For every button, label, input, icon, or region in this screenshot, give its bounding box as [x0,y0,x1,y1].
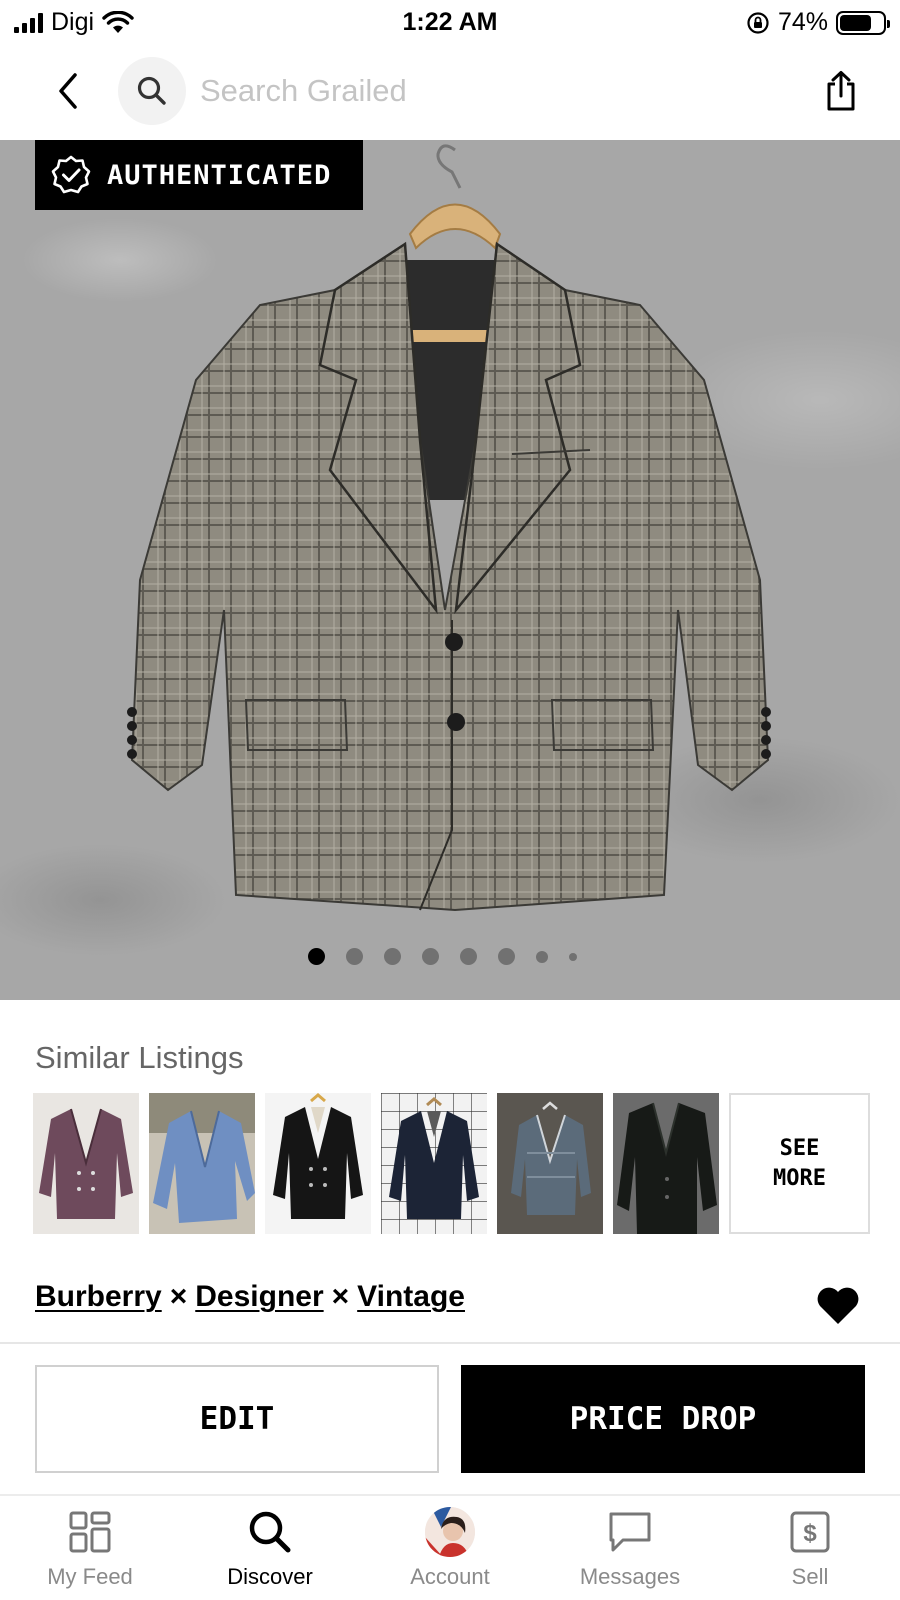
designer-separator: × [331,1280,350,1313]
tab-discover[interactable]: Discover [180,1504,360,1590]
similar-listings-title: Similar Listings [35,1040,244,1075]
battery-icon [836,10,890,35]
similar-listing-thumb[interactable] [33,1093,139,1234]
similar-listing-thumb[interactable] [381,1093,487,1234]
similar-listing-thumb[interactable] [613,1093,719,1234]
edit-button[interactable]: EDIT [35,1365,439,1473]
search-icon [249,1511,291,1553]
product-photo-jacket [127,144,771,912]
similar-listing-thumb[interactable] [265,1093,371,1234]
feed-grid-icon [69,1511,111,1553]
nav-bar [0,52,900,136]
similar-listing-thumb[interactable] [497,1093,603,1234]
status-right: 74% [746,8,890,37]
designer-breadcrumb: Burberry × Designer × Vintage [35,1280,465,1314]
tab-my-feed[interactable]: My Feed [0,1504,180,1590]
carousel-dot[interactable] [497,948,515,965]
see-more-button[interactable]: SEE MORE [729,1093,870,1234]
chevron-left-icon [59,73,77,109]
carousel-dot[interactable] [535,951,548,963]
carousel-dot[interactable] [421,948,439,965]
tab-label: Messages [579,1564,681,1589]
carousel-dot[interactable] [383,948,401,965]
carousel-dot[interactable] [568,953,577,961]
heart-icon[interactable] [815,1286,861,1326]
carousel-page-indicator[interactable] [0,948,892,965]
authenticated-badge: AUTHENTICATED [35,140,363,210]
svg-text:$: $ [803,1520,817,1547]
tab-bar: My Feed Discover Account Messages $ Sell [0,1494,900,1600]
tab-sell[interactable]: $ Sell [720,1504,900,1590]
similar-listings-strip: SEE MORE [33,1093,870,1234]
search-button[interactable] [118,57,186,125]
product-image-carousel[interactable]: AUTHENTICATED [0,140,900,1000]
designer-separator: × [169,1280,188,1313]
tab-label: My Feed [47,1564,133,1589]
search-input[interactable] [200,70,760,112]
dollar-tag-icon: $ [790,1511,830,1553]
battery-percent: 74% [777,8,828,36]
avatar [425,1507,475,1557]
action-bar: EDIT PRICE DROP [0,1342,900,1494]
price-drop-button[interactable]: PRICE DROP [461,1365,865,1473]
back-button[interactable] [48,66,88,116]
carousel-dot[interactable] [459,948,477,965]
chat-bubble-icon [609,1512,651,1552]
tab-label: Account [410,1564,490,1589]
tab-account[interactable]: Account [360,1504,540,1590]
verified-badge-icon [51,155,91,194]
search-icon [137,76,166,105]
status-bar: Digi 1:22 AM 74% [0,0,900,46]
carousel-dot[interactable] [345,948,363,965]
designer-link-designer[interactable]: Designer [195,1280,323,1314]
tab-label: Discover [227,1564,313,1589]
designer-link-burberry[interactable]: Burberry [35,1280,162,1314]
share-button[interactable] [818,66,864,116]
share-icon [827,71,855,111]
designer-link-vintage[interactable]: Vintage [357,1280,465,1314]
carousel-dot[interactable] [307,948,325,965]
tab-messages[interactable]: Messages [540,1504,720,1590]
tab-label: Sell [791,1564,829,1589]
authenticated-label: AUTHENTICATED [107,159,332,191]
orientation-lock-icon [747,11,769,34]
similar-listing-thumb[interactable] [149,1093,255,1234]
